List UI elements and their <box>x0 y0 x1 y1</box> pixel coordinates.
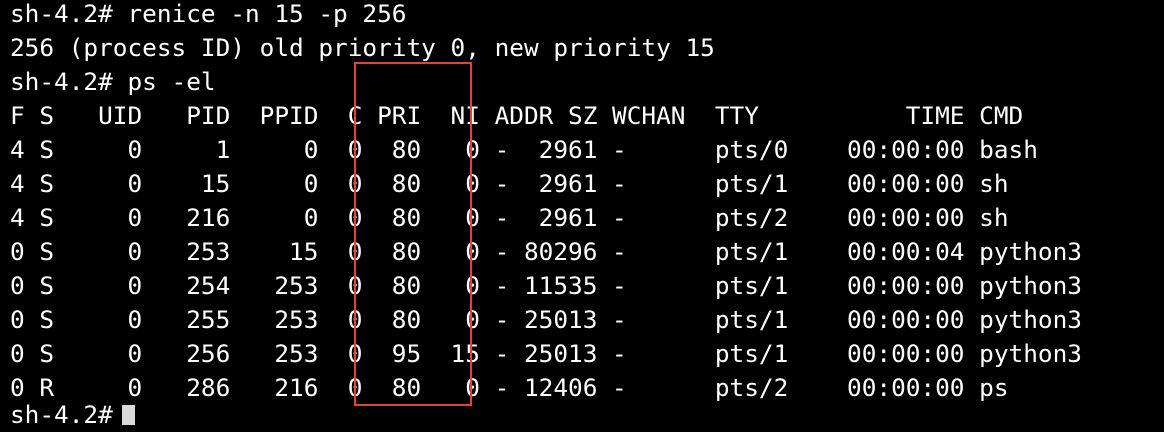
ps-header-row: F S UID PID PPID C PRI NI ADDR SZ WCHAN … <box>10 101 1024 130</box>
process-row: 4 S 0 15 0 0 80 0 - 2961 - pts/1 00:00:0… <box>10 169 1009 198</box>
pri-ni-highlight-box <box>354 62 472 406</box>
process-row: 0 S 0 255 253 0 80 0 - 25013 - pts/1 00:… <box>10 305 1082 334</box>
process-row: 4 S 0 1 0 0 80 0 - 2961 - pts/0 00:00:00… <box>10 135 1038 164</box>
process-row: 0 R 0 286 216 0 80 0 - 12406 - pts/2 00:… <box>10 373 1009 402</box>
text-cursor <box>122 405 135 425</box>
process-row-reniced: 0 S 0 256 253 0 95 15 - 25013 - pts/1 00… <box>10 339 1082 368</box>
command-ps: sh-4.2# ps -el <box>10 67 216 96</box>
process-row: 0 S 0 254 253 0 80 0 - 11535 - pts/1 00:… <box>10 271 1082 300</box>
process-row: 0 S 0 253 15 0 80 0 - 80296 - pts/1 00:0… <box>10 237 1082 266</box>
command-renice: sh-4.2# renice -n 15 -p 256 <box>10 0 407 28</box>
renice-output: 256 (process ID) old priority 0, new pri… <box>10 33 715 62</box>
process-row: 4 S 0 216 0 0 80 0 - 2961 - pts/2 00:00:… <box>10 203 1009 232</box>
shell-prompt[interactable]: sh-4.2# <box>10 398 127 432</box>
terminal-window[interactable]: sh-4.2# renice -n 15 -p 256 256 (process… <box>0 0 1164 429</box>
